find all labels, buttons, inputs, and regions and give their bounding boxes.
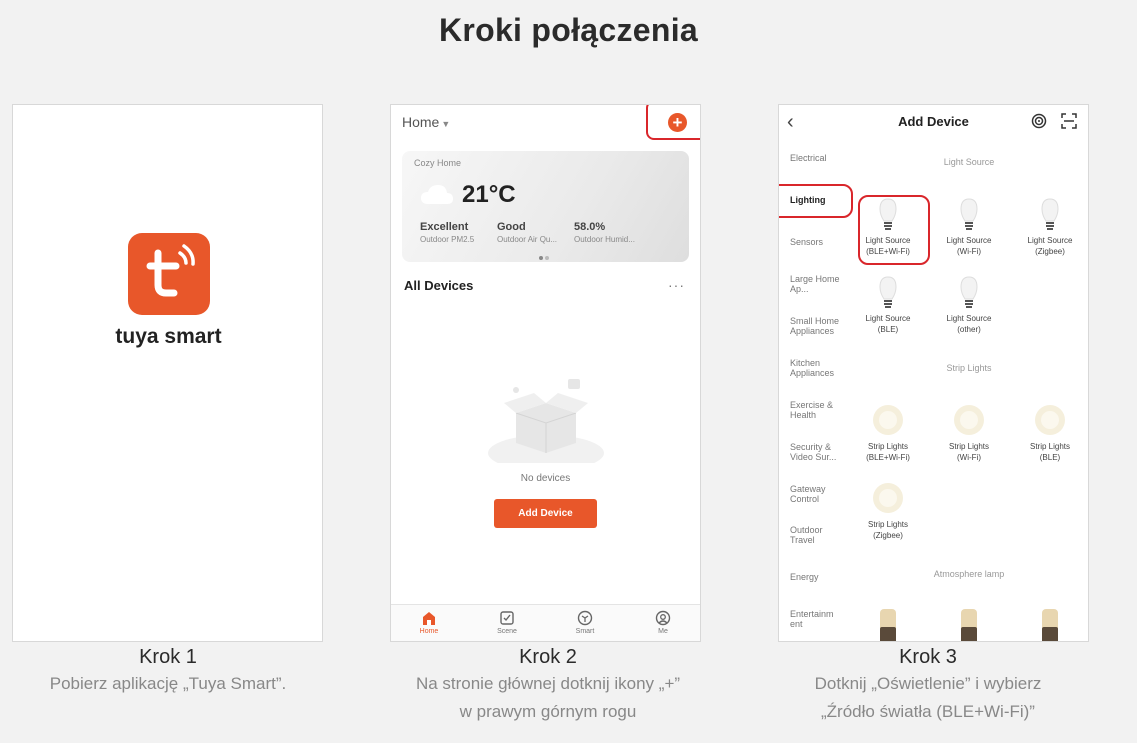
tuya-app-icon[interactable]: [128, 233, 210, 315]
page-title: Kroki połączenia: [438, 12, 699, 48]
stat-humidity: 58.0% Outdoor Humid...: [574, 221, 635, 244]
strip-light-icon: [954, 405, 984, 435]
category-sensors[interactable]: Sensors: [790, 237, 850, 247]
device-strip-wifi[interactable]: Strip Lights (Wi-Fi): [934, 403, 1004, 463]
tab-scene[interactable]: Scene: [482, 610, 532, 635]
device-light-other[interactable]: Light Source (other): [934, 275, 1004, 335]
section-light-source: Light Source: [943, 157, 995, 167]
category-entertainment[interactable]: Entertainm ent: [790, 609, 840, 629]
step-desc: Na stronie głównej dotknij ikony „+”: [415, 674, 681, 693]
add-device-button[interactable]: Add Device: [494, 499, 597, 528]
empty-box-icon: [488, 379, 604, 463]
highlight-ring-lighting: [779, 184, 853, 218]
home-selector[interactable]: Home ▼: [402, 114, 450, 130]
category-small-home[interactable]: Small Home Appliances: [790, 316, 848, 336]
category-electrical[interactable]: Electrical: [790, 153, 850, 163]
strip-light-icon: [873, 483, 903, 513]
bulb-icon: [960, 198, 978, 230]
nearby-scan-icon[interactable]: [1031, 113, 1047, 129]
device-strip-zigbee[interactable]: Strip Lights (Zigbee): [853, 481, 923, 541]
step1-caption: Krok 1 Pobierz aplikację „Tuya Smart”.: [0, 644, 338, 698]
step2-caption: Krok 2 Na stronie głównej dotknij ikony …: [378, 644, 718, 726]
step-title: Krok 2: [519, 646, 577, 668]
profile-icon: [655, 610, 671, 626]
category-outdoor[interactable]: Outdoor Travel: [790, 525, 836, 545]
tab-me[interactable]: Me: [638, 610, 688, 635]
step-desc: w prawym górnym rogu: [459, 702, 637, 721]
bulb-icon: [960, 276, 978, 308]
qr-scan-icon[interactable]: [1061, 113, 1077, 129]
lamp-icon[interactable]: [1041, 609, 1059, 642]
temperature: 21°C: [462, 181, 516, 208]
category-exercise[interactable]: Exercise & Health: [790, 400, 834, 420]
home-label: Home: [402, 114, 440, 130]
category-kitchen[interactable]: Kitchen Appliances: [790, 358, 844, 378]
device-light-wifi[interactable]: Light Source (Wi-Fi): [934, 197, 1004, 257]
card-title: Cozy Home: [414, 158, 462, 168]
tab-home[interactable]: Home: [404, 610, 454, 635]
home-icon: [423, 612, 435, 625]
strip-light-icon: [1035, 405, 1065, 435]
bulb-icon: [1041, 198, 1059, 230]
step1-screenshot: tuya smart: [12, 104, 323, 642]
category-security[interactable]: Security & Video Sur...: [790, 442, 844, 462]
step-title: Krok 1: [139, 646, 197, 668]
highlight-ring-plus: [646, 105, 700, 140]
section-strip-lights: Strip Lights: [946, 363, 992, 373]
step3-caption: Krok 3 Dotknij „Oświetlenie” i wybierz „…: [758, 644, 1098, 726]
step-title: Krok 3: [899, 646, 957, 668]
cloud-icon: [421, 185, 453, 204]
empty-state-text: No devices: [520, 473, 571, 484]
category-large-home[interactable]: Large Home Ap...: [790, 274, 842, 294]
step2-screenshot: Home ▼ + Cozy Home 21°C Excellent Outdoor…: [390, 104, 701, 642]
step-desc: „Źródło światła (BLE+Wi-Fi)”: [821, 702, 1035, 721]
stat-air-quality: Good Outdoor Air Qu...: [497, 221, 558, 244]
section-atmosphere-lamp: Atmosphere lamp: [933, 569, 1005, 579]
caret-down-icon: ▼: [441, 119, 451, 129]
tab-smart[interactable]: Smart: [560, 610, 610, 635]
lamp-icon[interactable]: [879, 609, 897, 642]
carousel-dots: [538, 247, 550, 262]
strip-light-icon: [873, 405, 903, 435]
step-desc: Pobierz aplikację „Tuya Smart”.: [49, 674, 287, 693]
weather-card[interactable]: Cozy Home 21°C Excellent Outdoor PM2.5 G…: [402, 151, 689, 262]
category-energy[interactable]: Energy: [790, 572, 850, 582]
bulb-icon: [879, 276, 897, 308]
step3-screenshot: ‹ Add Device Electrical Lighting Sensors…: [778, 104, 1089, 642]
category-gateway[interactable]: Gateway Control: [790, 484, 836, 504]
lamp-icon[interactable]: [960, 609, 978, 642]
app-name: tuya smart: [115, 325, 222, 348]
device-light-ble[interactable]: Light Source (BLE): [853, 275, 923, 335]
device-strip-ble-wifi[interactable]: Strip Lights (BLE+Wi-Fi): [853, 403, 923, 463]
stat-pm25: Excellent Outdoor PM2.5: [420, 221, 475, 244]
step-desc: Dotknij „Oświetlenie” i wybierz: [814, 674, 1042, 693]
device-light-zigbee[interactable]: Light Source (Zigbee): [1015, 197, 1085, 257]
smart-icon: [577, 610, 593, 626]
all-devices-heading: All Devices: [404, 278, 474, 293]
scene-icon: [500, 611, 514, 625]
highlight-ring-light-ble-wifi: [858, 195, 930, 265]
more-icon[interactable]: ···: [668, 277, 685, 293]
tab-bar: Home Scene Smart Me: [391, 604, 700, 641]
device-strip-ble[interactable]: Strip Lights (BLE): [1015, 403, 1085, 463]
